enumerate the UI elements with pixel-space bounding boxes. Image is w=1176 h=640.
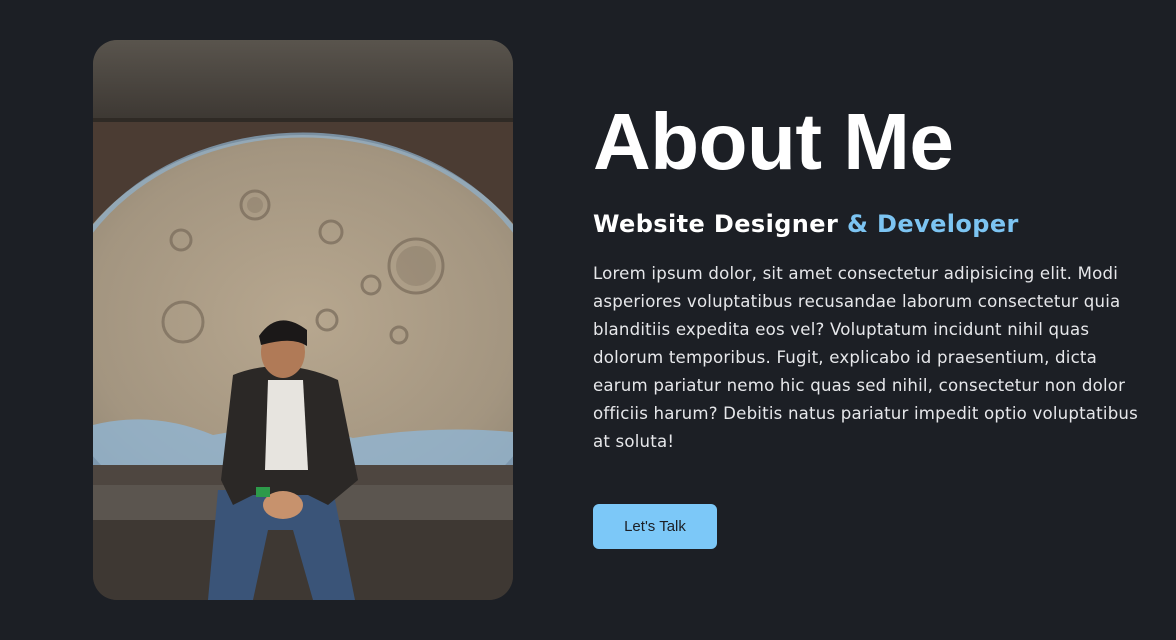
role-subtitle: Website Designer & Developer [593, 206, 1138, 242]
profile-photo [93, 40, 513, 600]
role-accent: & Developer [846, 210, 1019, 238]
role-primary: Website Designer [593, 210, 839, 238]
about-content: About Me Website Designer & Developer Lo… [593, 92, 1138, 456]
about-section: About Me Website Designer & Developer Lo… [0, 0, 1176, 640]
page-title: About Me [593, 97, 954, 186]
about-description: Lorem ipsum dolor, sit amet consectetur … [593, 264, 1138, 451]
lets-talk-button[interactable]: Let's Talk [593, 504, 717, 549]
